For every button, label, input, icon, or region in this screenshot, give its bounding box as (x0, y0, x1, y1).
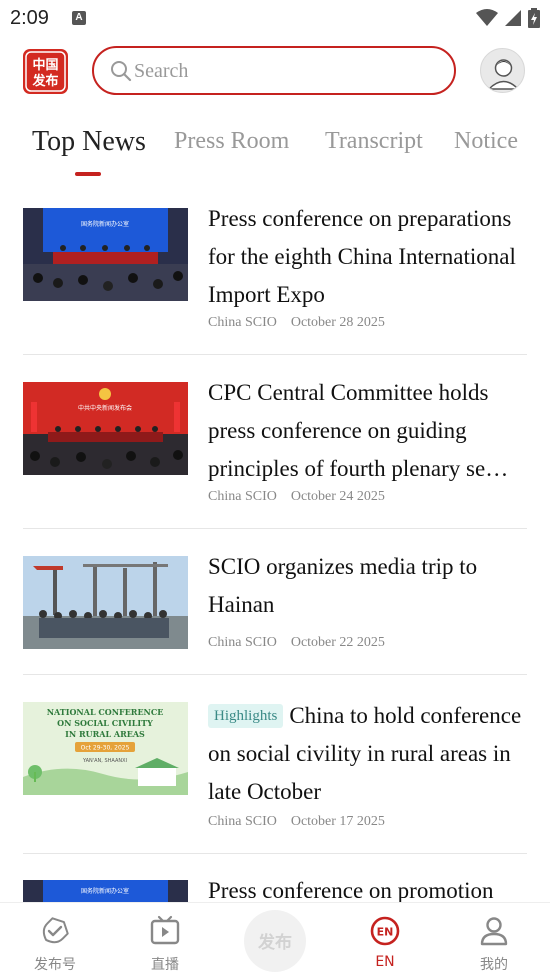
nav-label: 直播 (151, 957, 179, 973)
nav-en[interactable]: EN EN (340, 915, 430, 970)
news-item[interactable]: SCIO organizes media trip to Hainan Chin… (23, 551, 527, 675)
active-tab-indicator (75, 172, 101, 176)
category-tabs: Top News Press Room Transcript Notice (0, 126, 550, 180)
news-thumbnail (23, 556, 188, 649)
signal-icon (505, 10, 521, 26)
divider (23, 674, 527, 675)
wifi-icon (476, 9, 498, 26)
divider (23, 853, 527, 854)
thumb-line: NATIONAL CONFERENCE (47, 707, 164, 717)
search-input[interactable]: Search (92, 46, 456, 95)
news-meta: China SCIO October 17 2025 (208, 814, 385, 830)
nav-fabuhao[interactable]: 发布号 (10, 915, 100, 974)
thumb-line: IN RURAL AREAS (65, 729, 145, 739)
news-title: SCIO organizes media trip to Hainan (208, 554, 478, 617)
news-title: CPC Central Committee holds press confer… (208, 380, 509, 481)
nav-label: 我的 (480, 957, 508, 973)
nav-label: EN (375, 954, 395, 970)
tab-notice[interactable]: Notice (454, 128, 518, 155)
system-icons (476, 8, 540, 28)
search-icon (110, 60, 132, 87)
news-source: China SCIO (208, 814, 277, 829)
news-title: Press conference on promotion (208, 878, 494, 903)
news-item[interactable]: 中共中央新闻发布会 CPC Central Committee holds pr… (23, 377, 527, 529)
news-source: China SCIO (208, 315, 277, 330)
center-publish-icon: 发布 (258, 933, 292, 953)
status-time: 2:09 (10, 7, 49, 29)
app-logo[interactable]: 中国 发布 (22, 48, 69, 95)
person-icon (480, 917, 508, 946)
news-date: October 24 2025 (290, 489, 385, 504)
news-title: Highlights China to hold conference on so… (208, 697, 528, 811)
thumb-line: ON SOCIAL CIVILITY (57, 718, 153, 728)
news-source: China SCIO (208, 489, 277, 504)
news-title: Press conference on preparations for the… (208, 206, 516, 307)
news-thumbnail: 国务院新闻办公室 (23, 208, 188, 301)
divider (23, 528, 527, 529)
battery-icon (528, 8, 540, 28)
news-date: October 22 2025 (290, 635, 385, 650)
divider (23, 354, 527, 355)
news-thumbnail: NATIONAL CONFERENCE ON SOCIAL CIVILITY I… (23, 702, 188, 795)
nav-mine[interactable]: 我的 (449, 915, 539, 974)
news-item[interactable]: NATIONAL CONFERENCE ON SOCIAL CIVILITY I… (23, 697, 527, 854)
news-date: October 28 2025 (290, 315, 385, 330)
en-icon: EN (370, 916, 400, 946)
nav-live[interactable]: 直播 (120, 915, 210, 974)
nav-label: 发布号 (34, 957, 76, 973)
highlights-badge: Highlights (208, 704, 284, 728)
news-thumbnail: 中共中央新闻发布会 (23, 382, 188, 475)
thumb-date: Oct 29-30, 2025 (81, 745, 130, 752)
svg-text:EN: EN (377, 926, 394, 939)
notification-a-icon: A (72, 11, 86, 25)
tab-top-news[interactable]: Top News (32, 126, 146, 158)
news-item[interactable]: 国务院新闻办公室 Press conference on promotion (23, 875, 527, 905)
news-source: China SCIO (208, 635, 277, 650)
shield-check-icon (42, 917, 69, 944)
center-publish-button[interactable]: 发布 (244, 910, 306, 972)
user-avatar[interactable] (480, 48, 525, 93)
news-meta: China SCIO October 28 2025 (208, 315, 385, 331)
thumb-caption: 国务院新闻办公室 (81, 220, 129, 228)
search-placeholder: Search (134, 60, 189, 82)
tv-icon (150, 915, 180, 945)
news-meta: China SCIO October 22 2025 (208, 635, 385, 651)
svg-text:中国: 中国 (32, 57, 58, 73)
thumb-caption: 国务院新闻办公室 (81, 887, 129, 895)
status-bar: 2:09 A (0, 0, 550, 36)
thumb-place: YAN'AN, SHAANXI (82, 758, 127, 764)
news-meta: China SCIO October 24 2025 (208, 489, 385, 505)
news-item[interactable]: 国务院新闻办公室 Press conference on preparation… (23, 203, 527, 355)
news-date: October 17 2025 (290, 814, 385, 829)
tab-press-room[interactable]: Press Room (174, 128, 289, 155)
thumb-caption: 中共中央新闻发布会 (78, 404, 132, 412)
svg-text:发布: 发布 (31, 73, 58, 89)
tab-transcript[interactable]: Transcript (325, 128, 423, 155)
